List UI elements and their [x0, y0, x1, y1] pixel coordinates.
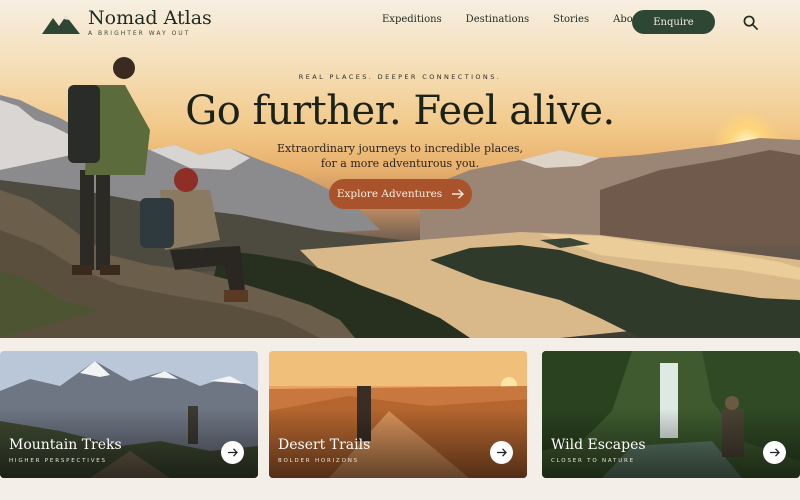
card-mountain-treks[interactable]: Mountain Treks HIGHER PERSPECTIVES — [0, 351, 258, 478]
explore-adventures-label: Explore Adventures — [336, 188, 443, 200]
search-icon[interactable] — [743, 15, 758, 30]
card-title: Mountain Treks — [9, 437, 122, 453]
hero-subhead: Extraordinary journeys to incredible pla… — [250, 141, 550, 171]
nav-link-stories[interactable]: Stories — [553, 14, 589, 25]
arrow-right-icon — [227, 448, 238, 457]
card-arrow-button[interactable] — [490, 441, 513, 464]
arrow-right-icon — [769, 448, 780, 457]
hero-subhead-line-1: Extraordinary journeys to incredible pla… — [277, 142, 523, 155]
card-subtitle: HIGHER PERSPECTIVES — [9, 458, 107, 464]
hero-banner: Nomad Atlas A BRIGHTER WAY OUT Expeditio… — [0, 0, 800, 338]
nav-link-destinations[interactable]: Destinations — [466, 14, 530, 25]
card-desert-trails[interactable]: Desert Trails BOLDER HORIZONS — [269, 351, 527, 478]
hero-subhead-line-2: for a more adventurous you. — [320, 157, 480, 170]
card-arrow-button[interactable] — [763, 441, 786, 464]
card-subtitle: CLOSER TO NATURE — [551, 458, 635, 464]
hero-kicker: REAL PLACES. DEEPER CONNECTIONS. — [298, 73, 502, 81]
nav-links: Expeditions Destinations Stories About — [382, 14, 667, 25]
mountain-logo-icon — [42, 16, 80, 34]
card-title: Wild Escapes — [551, 437, 646, 453]
nav-link-expeditions[interactable]: Expeditions — [382, 14, 442, 25]
enquire-button[interactable]: Enquire — [632, 10, 715, 34]
card-wild-escapes[interactable]: Wild Escapes CLOSER TO NATURE — [542, 351, 800, 478]
brand-tagline: A BRIGHTER WAY OUT — [88, 30, 191, 37]
hero-headline: Go further. Feel alive. — [185, 88, 615, 134]
explore-adventures-button[interactable]: Explore Adventures — [329, 179, 472, 209]
brand-name: Nomad Atlas — [88, 7, 212, 29]
card-title: Desert Trails — [278, 437, 371, 453]
card-subtitle: BOLDER HORIZONS — [278, 458, 359, 464]
arrow-right-icon — [452, 189, 465, 199]
top-nav: Nomad Atlas A BRIGHTER WAY OUT Expeditio… — [0, 0, 800, 44]
brand-logo[interactable]: Nomad Atlas A BRIGHTER WAY OUT — [42, 8, 212, 37]
card-arrow-button[interactable] — [221, 441, 244, 464]
arrow-right-icon — [496, 448, 507, 457]
